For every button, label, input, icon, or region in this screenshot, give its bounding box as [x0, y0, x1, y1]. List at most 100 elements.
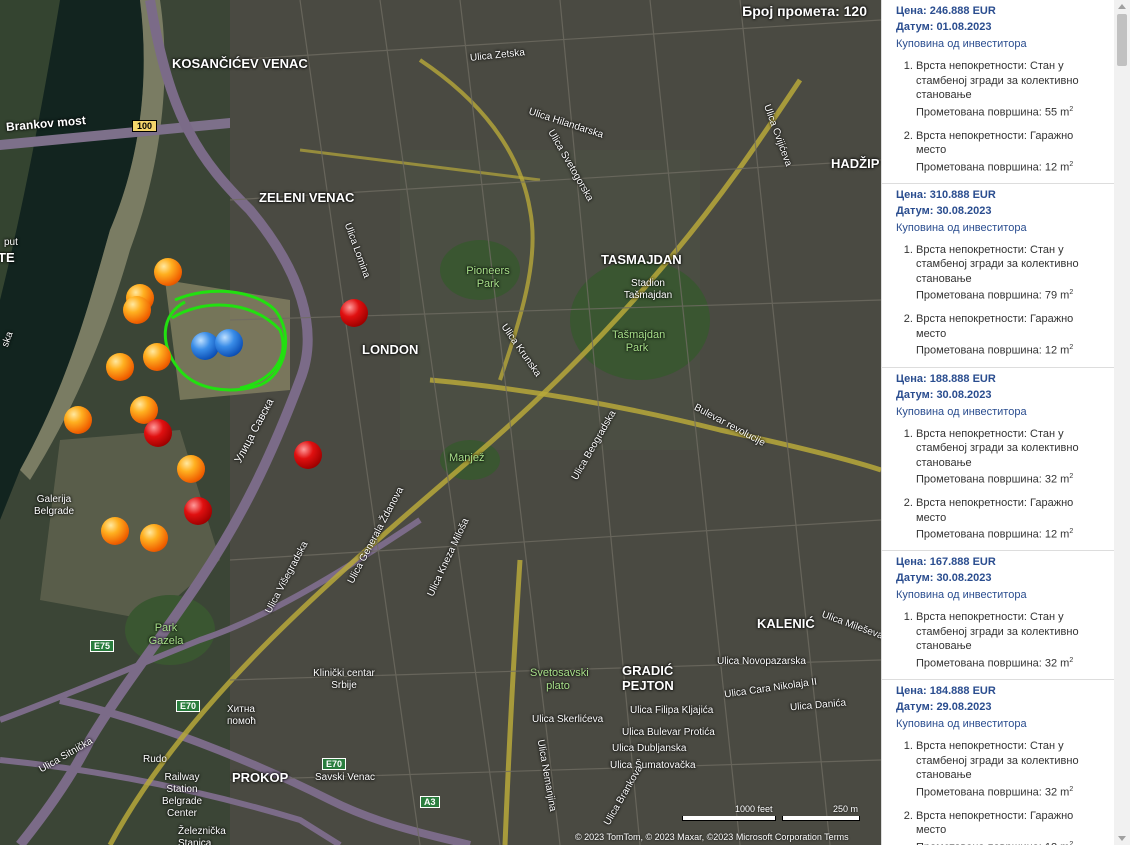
map-label: Savski Venac: [315, 772, 376, 783]
map-label: PROKOP: [232, 770, 289, 785]
marker-orange[interactable]: [106, 353, 134, 381]
transaction-entry[interactable]: Цена: 188.888 EUR Датум: 30.08.2023 Купови…: [882, 368, 1115, 552]
map-label: LONDON: [362, 342, 419, 357]
street-label: Ulica Filipa Kljajića: [630, 705, 714, 716]
map-label: TASMAJDAN: [601, 252, 682, 267]
transaction-buyer-type: Куповина од инвеститора: [896, 718, 1027, 731]
property-type: Врста непокретности: Стан у стамбеној зг…: [916, 740, 1079, 782]
property-type: Врста непокретности: Гаражно место: [916, 129, 1074, 157]
panel-scrollbar[interactable]: [1114, 0, 1130, 845]
property-type: Врста непокретности: Стан у стамбеној зг…: [916, 427, 1079, 469]
street-label: Ulica Dubljanska: [612, 743, 687, 754]
property-area: Прометована површина: 12 m: [916, 345, 1070, 358]
transaction-buyer-type: Куповина од инвеститора: [896, 405, 1027, 418]
street-label: Ulica Bulevar Protića: [622, 727, 715, 738]
map-attribution[interactable]: © 2023 TomTom, © 2023 Maxar, ©2023 Micro…: [575, 832, 849, 842]
marker-red[interactable]: [340, 299, 368, 327]
area-unit-exponent: 2: [1069, 289, 1074, 297]
road-shield: E70: [176, 700, 201, 712]
transaction-date: Датум: 29.08.2023: [896, 701, 992, 714]
transactions-panel[interactable]: Цена: 246.888 EUR Датум: 01.08.2023 Купови…: [881, 0, 1115, 845]
scale-bar-feet: [682, 816, 776, 821]
property-item: Врста непокретности: Гаражно место Промет…: [916, 809, 1105, 845]
transaction-buyer-type: Куповина од инвеститора: [896, 221, 1027, 234]
area-unit-exponent: 2: [1069, 344, 1074, 352]
marker-orange[interactable]: [154, 258, 182, 286]
map-label: KOSANČIĆEV VENAC: [172, 56, 308, 71]
transaction-entry[interactable]: Цена: 246.888 EUR Датум: 01.08.2023 Купови…: [882, 0, 1115, 184]
property-area: Прометована површина: 55 m: [916, 106, 1070, 119]
property-item: Врста непокретности: Гаражно место Промет…: [916, 312, 1105, 358]
property-list: Врста непокретности: Стан у стамбеној зг…: [896, 739, 1105, 845]
marker-orange[interactable]: [101, 517, 129, 545]
scroll-up-arrow-icon[interactable]: [1118, 4, 1126, 9]
transaction-entry[interactable]: Цена: 310.888 EUR Датум: 30.08.2023 Купови…: [882, 184, 1115, 368]
scale-bar-meters: [782, 816, 860, 821]
property-item: Врста непокретности: Стан у стамбеној зг…: [916, 59, 1105, 120]
map-label: PEJTON: [622, 678, 674, 693]
map-label: Manjež: [449, 452, 485, 464]
map-view[interactable]: KOSANČIĆEV VENAC ZELENI VENAC TASMAJDAN …: [0, 0, 881, 845]
transaction-price: Цена: 310.888 EUR: [896, 188, 996, 201]
map-label: Železnička Stanica: [178, 826, 226, 845]
property-type: Врста непокретности: Гаражно место: [916, 313, 1074, 340]
property-area: Прометована површина: 12 m: [916, 528, 1070, 541]
property-item: Врста непокретности: Стан у стамбеној зг…: [916, 610, 1105, 671]
transaction-count: Број промета: 120: [742, 3, 867, 19]
scroll-thumb[interactable]: [1117, 14, 1127, 66]
map-label: Rudo: [143, 754, 167, 765]
marker-orange[interactable]: [123, 296, 151, 324]
property-list: Врста непокретности: Стан у стамбеној зг…: [896, 610, 1105, 671]
transaction-date: Датум: 30.08.2023: [896, 204, 992, 217]
transaction-date: Датум: 01.08.2023: [896, 21, 992, 33]
transaction-date: Датум: 30.08.2023: [896, 572, 992, 585]
property-item: Врста непокретности: Гаражно место Промет…: [916, 129, 1105, 175]
transaction-price: Цена: 184.888 EUR: [896, 685, 996, 698]
marker-red[interactable]: [294, 441, 322, 469]
marker-orange[interactable]: [143, 343, 171, 371]
property-list: Врста непокретности: Стан у стамбеној зг…: [896, 59, 1105, 175]
transaction-entry[interactable]: Цена: 184.888 EUR Датум: 29.08.2023 Купови…: [882, 680, 1115, 845]
road-shield: E70: [322, 758, 347, 770]
transaction-price: Цена: 246.888 EUR: [896, 5, 996, 17]
property-area: Прометована површина: 12 m: [916, 841, 1069, 845]
property-type: Врста непокретности: Стан у стамбеној зг…: [916, 611, 1079, 653]
transaction-date: Датум: 30.08.2023: [896, 388, 992, 401]
street-label: Ulica Šumatovačka: [610, 760, 696, 771]
map-label: Park Gazela: [148, 622, 184, 647]
marker-red[interactable]: [144, 419, 172, 447]
area-unit-exponent: 2: [1069, 656, 1074, 664]
property-item: Врста непокретности: Стан у стамбеној зг…: [916, 739, 1105, 800]
scroll-down-arrow-icon[interactable]: [1118, 836, 1126, 841]
transaction-entry[interactable]: Цена: 167.888 EUR Датум: 30.08.2023 Купови…: [882, 551, 1115, 681]
transaction-price: Цена: 167.888 EUR: [896, 556, 996, 569]
map-label: Pioneers Park: [466, 265, 510, 290]
property-type: Врста непокретности: Стан у стамбеној зг…: [916, 60, 1079, 101]
area-unit-exponent: 2: [1069, 160, 1074, 168]
marker-blue[interactable]: [215, 329, 243, 357]
map-label: ZELENI VENAC: [259, 190, 355, 205]
marker-orange[interactable]: [177, 455, 205, 483]
area-unit-exponent: 2: [1069, 473, 1074, 481]
marker-orange[interactable]: [140, 524, 168, 552]
map-label: Galerija Belgrade: [33, 494, 75, 517]
road-shield: 100: [132, 120, 158, 132]
property-area: Прометована површина: 12 m: [916, 161, 1070, 174]
road-shield: E75: [90, 640, 115, 652]
property-list: Врста непокретности: Стан у стамбеној зг…: [896, 243, 1105, 359]
marker-red[interactable]: [184, 497, 212, 525]
map-label: Tašmajdan Park: [612, 329, 666, 354]
property-item: Врста непокретности: Стан у стамбеној зг…: [916, 427, 1105, 488]
area-unit-exponent: 2: [1069, 840, 1074, 845]
map-label: Klinički centar Srbije: [313, 668, 375, 691]
property-type: Врста непокретности: Гаражно место: [916, 497, 1074, 524]
map-label: put: [4, 237, 18, 248]
property-area: Прометована површина: 32 m: [916, 473, 1070, 486]
property-type: Врста непокретности: Стан у стамбеној зг…: [916, 243, 1079, 285]
transaction-price: Цена: 188.888 EUR: [896, 372, 996, 385]
property-area: Прометована површина: 32 m: [916, 657, 1070, 670]
marker-orange[interactable]: [64, 406, 92, 434]
map-label: Хитна помоћ: [227, 704, 256, 727]
map-label: TE: [0, 250, 15, 265]
area-unit-exponent: 2: [1069, 785, 1074, 793]
